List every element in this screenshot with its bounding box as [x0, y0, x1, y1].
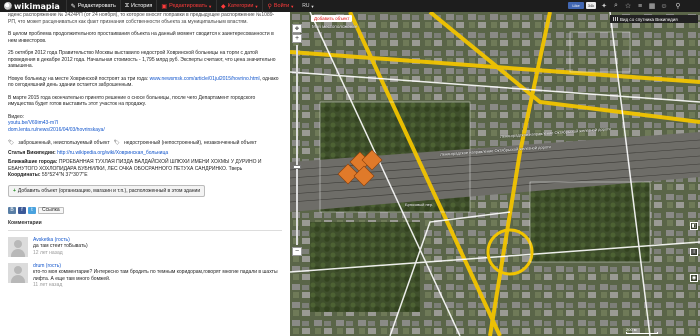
avatar — [8, 262, 28, 283]
text: Новую больницу на месте Ховринской постр… — [8, 75, 150, 82]
location-label: Мой местоположение — [312, 24, 358, 29]
logo-text: wikimapia — [14, 1, 60, 11]
camera-icon[interactable]: ◉ — [690, 274, 698, 282]
top-nav: ✎ Редактировать ⧖ История ▣ Редактировать ▼ ◆ Ка… — [65, 0, 298, 12]
nearby-cities-row: Ближайшие города: ПРОЕБАННАЯ ТУХЛАЯ ПИЗД… — [8, 159, 282, 172]
facebook-share-button[interactable]: f — [18, 207, 26, 214]
comments-title: Комментарии — [8, 220, 42, 226]
twitter-share-button[interactable]: t — [28, 207, 36, 214]
language-select[interactable]: RU ▼ — [298, 0, 318, 12]
wikipedia-label: Статья Википедии: — [8, 149, 56, 156]
description-paragraph: Новую больницу на месте Ховринской постр… — [8, 76, 282, 89]
vk-share-button[interactable]: В — [8, 207, 16, 214]
nav-item-0[interactable]: ✎ Редактировать — [65, 0, 120, 12]
plus-icon: + — [13, 187, 16, 194]
description-paragraph: иденс распоряжение № 2424РП (от 24 ноябр… — [8, 12, 275, 25]
map-imagery — [290, 12, 700, 336]
search-icon[interactable]: ⚲ — [674, 2, 682, 10]
twitter-icon[interactable]: ✦ — [600, 2, 608, 10]
nav-item-label: Войти — [273, 3, 290, 9]
nav-item-4[interactable]: ⚲ Войти ▼ — [262, 0, 298, 12]
coordinates-row: Координаты: 55°52'4"N 37°30'7"E — [8, 172, 282, 179]
comment-item: Avsketka (гость) да там стеит тоБывать) … — [8, 236, 282, 257]
square-icon: ▣ — [161, 3, 168, 10]
satellite-map[interactable]: ✥ + − Добавить объект Мой местоположение… — [290, 12, 700, 336]
facebook-like-button[interactable]: Like — [568, 2, 584, 9]
description-paragraph: В марте 2015 года окончательно принято р… — [8, 94, 256, 108]
nav-item-3[interactable]: ◆ Категории ▼ — [216, 0, 262, 12]
login-icon: ⚲ — [267, 3, 272, 10]
categories-icon: ◆ — [221, 3, 226, 10]
facebook-like-count: 34k — [586, 2, 596, 9]
wikipedia-row: Статья Википедии: http://ru.wikipedia.or… — [8, 150, 282, 157]
object-description-panel: иденс распоряжение № 2424РП (от 24 ноябр… — [0, 12, 290, 336]
nav-item-label: История — [131, 3, 153, 9]
add-object-map-button[interactable]: Добавить объект — [311, 15, 353, 22]
add-object-label: Добавить объект (организацию, магазин и … — [17, 187, 201, 194]
avatar — [8, 236, 28, 257]
comment-text: кто-то моя комментарие? Интересно там бр… — [33, 269, 278, 282]
description-paragraph: В целом проблема продолжительного проста… — [8, 31, 274, 44]
satellite-view-toggle[interactable]: Вид со спутника Википедия — [610, 15, 698, 23]
search-icon[interactable]: ⌕ — [612, 2, 620, 10]
zoom-control: + − — [292, 34, 302, 257]
comment-time: 12 лет назад — [33, 249, 63, 256]
language-label: RU — [302, 3, 310, 9]
coordinates-value: 55°52'4"N 37°30'7"E — [41, 172, 88, 178]
add-object-button[interactable]: + Добавить объект (организацию, магазин … — [8, 184, 206, 197]
video-link[interactable]: dom.lenta.ru/news/2016/04/03/hovrinskaya… — [8, 127, 282, 134]
grid-icon[interactable]: ▦ — [648, 2, 656, 10]
tag-item[interactable]: недостроенный (непостроенный), незаконче… — [124, 140, 257, 147]
news-link[interactable]: www.newsmsk.com/article/01jul2015/hovrin… — [150, 76, 260, 82]
bookmark-icon[interactable]: ☆ — [624, 2, 632, 10]
chevron-down-icon: ▼ — [310, 3, 315, 9]
tag-item[interactable]: заброшенный, неиспользуемый объект — [18, 140, 109, 147]
wikipedia-link[interactable]: http://ru.wikipedia.org/wiki/Ховринская_… — [57, 150, 168, 156]
divider — [8, 229, 282, 231]
pan-control[interactable]: ✥ — [292, 24, 302, 33]
tag-list: 🏷 заброшенный, неиспользуемый объект 🏷 н… — [8, 140, 282, 147]
street-label: Брюсовый пер. — [405, 202, 434, 207]
nav-item-label: Редактировать — [77, 3, 116, 9]
nav-item-label: Редактировать — [169, 3, 208, 9]
logo[interactable]: wikimapia — [4, 0, 60, 12]
zoom-slider-handle[interactable] — [293, 165, 301, 169]
tag-icon: 🏷 — [113, 140, 121, 146]
zoom-slider[interactable] — [293, 45, 301, 245]
description-paragraph: 25 октября 2012 года Правительство Москв… — [8, 50, 276, 69]
user-icon[interactable]: ☺ — [660, 2, 668, 10]
nav-item-1[interactable]: ⧖ История — [119, 0, 157, 12]
copy-link-button[interactable]: Ссылка — [38, 207, 64, 214]
zoom-in-button[interactable]: + — [292, 34, 302, 43]
grid-icon — [613, 17, 618, 21]
satellite-view-label: Вид со спутника Википедия — [620, 16, 678, 22]
zoom-out-button[interactable]: − — [292, 247, 302, 256]
globe-icon — [4, 2, 12, 10]
nav-item-label: Категории — [227, 3, 254, 9]
pencil-icon: ✎ — [70, 3, 76, 10]
comment-text: да там стеит тоБывать) — [33, 243, 88, 249]
scale-bar — [626, 332, 658, 334]
info-icon[interactable]: i — [690, 248, 698, 256]
chevron-down-icon: ▼ — [254, 3, 259, 9]
chevron-down-icon: ▼ — [290, 3, 295, 9]
history-icon: ⧖ — [124, 2, 130, 9]
layers-icon[interactable]: ◧ — [690, 222, 698, 230]
hamburger-menu-icon[interactable]: ≡ — [636, 2, 644, 10]
nearby-cities-label: Ближайшие города: — [8, 159, 58, 165]
nav-item-2[interactable]: ▣ Редактировать ▼ — [156, 0, 216, 12]
coordinates-label: Координаты: — [8, 172, 41, 178]
comment-time: 11 лет назад — [33, 282, 63, 288]
comment-item: drum (гость) кто-то моя комментарие? Инт… — [8, 262, 282, 289]
tag-icon: 🏷 — [8, 140, 15, 146]
chevron-down-icon: ▼ — [208, 3, 213, 9]
share-bar: В f t Ссылка — [8, 207, 282, 214]
